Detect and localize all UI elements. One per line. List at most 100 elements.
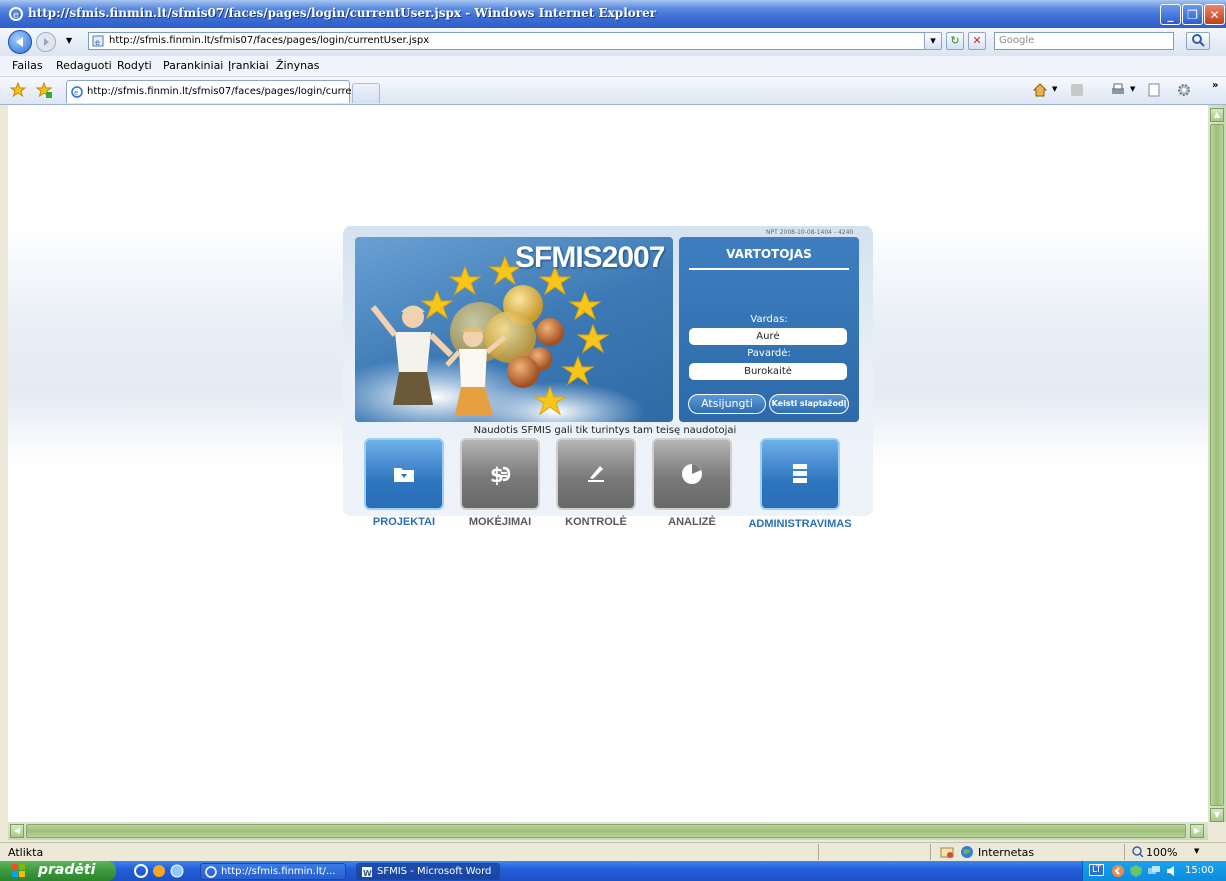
forward-button[interactable] (36, 32, 56, 52)
module-control-button[interactable] (556, 438, 636, 510)
tab-bar: e http://sfmis.finmin.lt/sfmis07/faces/p… (0, 77, 1226, 105)
user-box-divider (689, 268, 849, 270)
vertical-scroll-thumb[interactable] (1210, 124, 1224, 806)
print-dropdown-icon[interactable]: ▼ (1130, 85, 1135, 93)
module-analysis-label[interactable]: ANALIZĖ (652, 516, 732, 528)
user-info-box: VARTOTOJAS Vardas: Aurė Pavardė: Burokai… (679, 237, 859, 422)
zone-label: Internetas (978, 846, 1035, 859)
svg-text:e: e (74, 89, 78, 97)
media-quicklaunch-icon[interactable] (152, 864, 166, 878)
refresh-button[interactable]: ↻ (946, 32, 964, 50)
menu-view[interactable]: Rodyti (117, 59, 152, 72)
module-control-label[interactable]: KONTROLĖ (556, 516, 636, 528)
minimize-button[interactable]: _ (1160, 4, 1181, 25)
windows-logo-icon (12, 864, 25, 877)
ie-quicklaunch-icon[interactable] (134, 864, 148, 878)
language-indicator[interactable]: LT (1089, 864, 1105, 876)
zoom-dropdown-icon[interactable]: ▼ (1194, 847, 1199, 855)
svg-text:W: W (363, 869, 372, 878)
taskbar-item-browser[interactable]: http://sfmis.finmin.lt/... (200, 863, 346, 880)
search-button[interactable] (1186, 32, 1210, 50)
server-icon (793, 464, 807, 483)
address-dropdown-button[interactable]: ▾ (924, 32, 942, 50)
back-button[interactable] (8, 30, 32, 54)
scroll-up-button[interactable]: ▲ (1210, 108, 1224, 122)
folder-icon (394, 468, 414, 482)
svg-text:$: $ (490, 463, 504, 486)
security-tray-icon[interactable] (1129, 864, 1143, 878)
search-input[interactable]: Google (994, 32, 1174, 50)
print-icon[interactable] (1110, 82, 1126, 98)
page-icon: e (92, 35, 104, 47)
ie-page-icon: e (71, 86, 83, 98)
status-divider (1124, 844, 1125, 860)
word-task-icon: W (362, 867, 372, 878)
app-quicklaunch-icon[interactable] (170, 864, 184, 878)
hero-title: SFMIS2007 (515, 241, 665, 274)
scroll-left-button[interactable]: ◀ (10, 824, 24, 838)
windows-taskbar: pradėti http://sfmis.finmin.lt/... W SFM… (0, 861, 1226, 881)
status-text: Atlikta (8, 846, 44, 859)
stop-button[interactable]: ✕ (968, 32, 986, 50)
module-administration-button[interactable] (760, 438, 840, 510)
close-window-button[interactable]: ✕ (1204, 4, 1225, 25)
menu-edit[interactable]: Redaguoti (56, 59, 112, 72)
page-menu-icon[interactable] (1146, 82, 1162, 98)
menu-help[interactable]: Žinynas (276, 59, 320, 72)
menu-file[interactable]: Failas (12, 59, 43, 72)
currency-icon: $ (490, 463, 511, 486)
task-label: http://sfmis.finmin.lt/... (221, 866, 336, 877)
ie-task-icon (205, 866, 217, 878)
first-name-value: Aurė (689, 328, 847, 345)
module-projects-label[interactable]: PROJEKTAI (364, 516, 444, 528)
logout-button[interactable]: Atsijungti (688, 394, 766, 414)
menu-favorites[interactable]: Parankiniai (163, 59, 223, 72)
address-text: http://sfmis.finmin.lt/sfmis07/faces/pag… (109, 35, 430, 46)
feeds-icon[interactable] (1070, 83, 1084, 97)
horizontal-scroll-thumb[interactable] (26, 824, 1186, 838)
history-dropdown-icon[interactable]: ▼ (66, 36, 72, 45)
tab-label: http://sfmis.finmin.lt/sfmis07/faces/pag… (87, 86, 362, 97)
globe-icon (961, 846, 973, 858)
status-bar: Atlikta Internetas 100% ▼ (0, 842, 1226, 862)
window-title: http://sfmis.finmin.lt/sfmis07/faces/pag… (28, 6, 657, 20)
taskbar-item-word[interactable]: W SFMIS - Microsoft Word (356, 863, 500, 880)
window-title-bar[interactable]: e http://sfmis.finmin.lt/sfmis07/faces/p… (0, 0, 1226, 28)
add-favorite-icon[interactable] (36, 82, 52, 98)
hero-banner: SFMIS2007 (355, 237, 673, 422)
version-text: NPT 2008-10-08-1404 - 4240 (766, 229, 854, 236)
clock[interactable]: 15:00 (1185, 865, 1214, 876)
module-payments-button[interactable]: $ (460, 438, 540, 510)
tray-arrow-icon[interactable] (1111, 864, 1125, 878)
module-analysis-button[interactable] (652, 438, 732, 510)
start-button[interactable]: pradėti (0, 861, 116, 881)
last-name-label: Pavardė: (747, 348, 791, 359)
zoom-icon[interactable] (1132, 846, 1144, 858)
change-password-button[interactable]: Keisti slaptažodį (769, 394, 849, 414)
module-projects-button[interactable] (364, 438, 444, 510)
scroll-right-button[interactable]: ▶ (1190, 824, 1204, 838)
gear-icon[interactable] (1176, 82, 1192, 98)
protected-mode-icon[interactable] (940, 845, 954, 859)
first-name-label: Vardas: (750, 314, 788, 325)
home-dropdown-icon[interactable]: ▼ (1052, 85, 1057, 93)
favorites-star-icon[interactable] (10, 82, 26, 98)
chevron-more-icon[interactable]: » (1212, 80, 1218, 91)
forward-arrow-icon (44, 38, 49, 46)
tab-current-page[interactable]: e http://sfmis.finmin.lt/sfmis07/faces/p… (66, 80, 361, 103)
speaker-tray-icon[interactable] (1165, 864, 1179, 878)
network-tray-icon[interactable] (1147, 864, 1161, 878)
menu-tools[interactable]: Įrankiai (228, 59, 269, 72)
maximize-button[interactable]: ❐ (1182, 4, 1203, 25)
new-tab-button[interactable] (352, 83, 380, 103)
zoom-level[interactable]: 100% (1146, 846, 1177, 859)
address-input[interactable]: e http://sfmis.finmin.lt/sfmis07/faces/p… (88, 32, 940, 50)
svg-text:e: e (95, 38, 100, 47)
search-icon (1192, 34, 1205, 47)
module-administration-label[interactable]: ADMINISTRAVIMAS (744, 518, 856, 530)
home-icon[interactable] (1032, 82, 1048, 98)
status-divider (930, 844, 931, 860)
module-payments-label[interactable]: MOKĖJIMAI (460, 516, 540, 528)
signature-pen-icon (588, 466, 604, 482)
scroll-down-button[interactable]: ▼ (1210, 808, 1224, 822)
